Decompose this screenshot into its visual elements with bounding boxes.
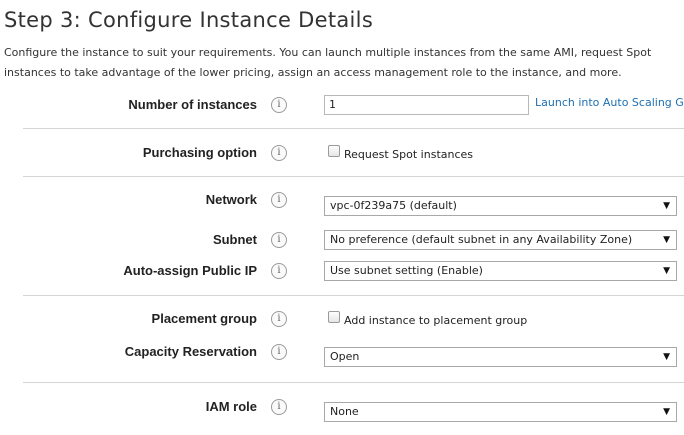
capacity-reservation-label: Capacity Reservation bbox=[124, 344, 257, 359]
auto-assign-public-ip-value: Use subnet setting (Enable) bbox=[330, 264, 483, 277]
request-spot-checkbox[interactable] bbox=[328, 145, 340, 157]
page-description: Configure the instance to suit your requ… bbox=[4, 46, 652, 79]
info-icon[interactable]: i bbox=[271, 399, 287, 415]
auto-assign-public-ip-select[interactable]: Use subnet setting (Enable) ▼ bbox=[324, 261, 677, 281]
placement-group-label: Placement group bbox=[151, 311, 257, 326]
info-icon[interactable]: i bbox=[271, 192, 287, 208]
placement-group-checkbox[interactable] bbox=[328, 311, 340, 323]
section-divider bbox=[23, 128, 684, 129]
network-select-value: vpc-0f239a75 (default) bbox=[330, 199, 457, 212]
subnet-select-value: No preference (default subnet in any Ava… bbox=[330, 233, 633, 246]
request-spot-checkbox-label[interactable]: Request Spot instances bbox=[344, 148, 473, 161]
subnet-select[interactable]: No preference (default subnet in any Ava… bbox=[324, 230, 677, 250]
dropdown-arrow-icon: ▼ bbox=[663, 407, 670, 417]
dropdown-arrow-icon: ▼ bbox=[663, 201, 670, 211]
dropdown-arrow-icon: ▼ bbox=[663, 352, 670, 362]
capacity-reservation-value: Open bbox=[330, 350, 360, 363]
iam-role-label: IAM role bbox=[205, 399, 257, 414]
info-icon[interactable]: i bbox=[271, 232, 287, 248]
number-of-instances-label: Number of instances bbox=[128, 97, 257, 112]
dropdown-arrow-icon: ▼ bbox=[663, 266, 670, 276]
iam-role-select[interactable]: None ▼ bbox=[324, 402, 677, 422]
section-divider bbox=[23, 382, 684, 383]
info-icon[interactable]: i bbox=[271, 145, 287, 161]
network-label: Network bbox=[205, 192, 257, 207]
page-title: Step 3: Configure Instance Details bbox=[4, 8, 374, 32]
purchasing-option-label: Purchasing option bbox=[142, 145, 257, 160]
launch-auto-scaling-link[interactable]: Launch into Auto Scaling Group bbox=[535, 96, 684, 109]
subnet-label: Subnet bbox=[212, 232, 257, 247]
dropdown-arrow-icon: ▼ bbox=[663, 235, 670, 245]
capacity-reservation-select[interactable]: Open ▼ bbox=[324, 347, 677, 367]
iam-role-value: None bbox=[330, 405, 359, 418]
network-select[interactable]: vpc-0f239a75 (default) ▼ bbox=[324, 196, 677, 216]
number-of-instances-input[interactable]: 1 bbox=[324, 95, 529, 115]
section-divider bbox=[23, 295, 684, 296]
info-icon[interactable]: i bbox=[271, 311, 287, 327]
auto-assign-public-ip-label: Auto-assign Public IP bbox=[123, 263, 257, 278]
info-icon[interactable]: i bbox=[271, 97, 287, 113]
placement-group-checkbox-label[interactable]: Add instance to placement group bbox=[344, 314, 527, 327]
section-divider bbox=[23, 176, 684, 177]
info-icon[interactable]: i bbox=[271, 263, 287, 279]
info-icon[interactable]: i bbox=[271, 344, 287, 360]
